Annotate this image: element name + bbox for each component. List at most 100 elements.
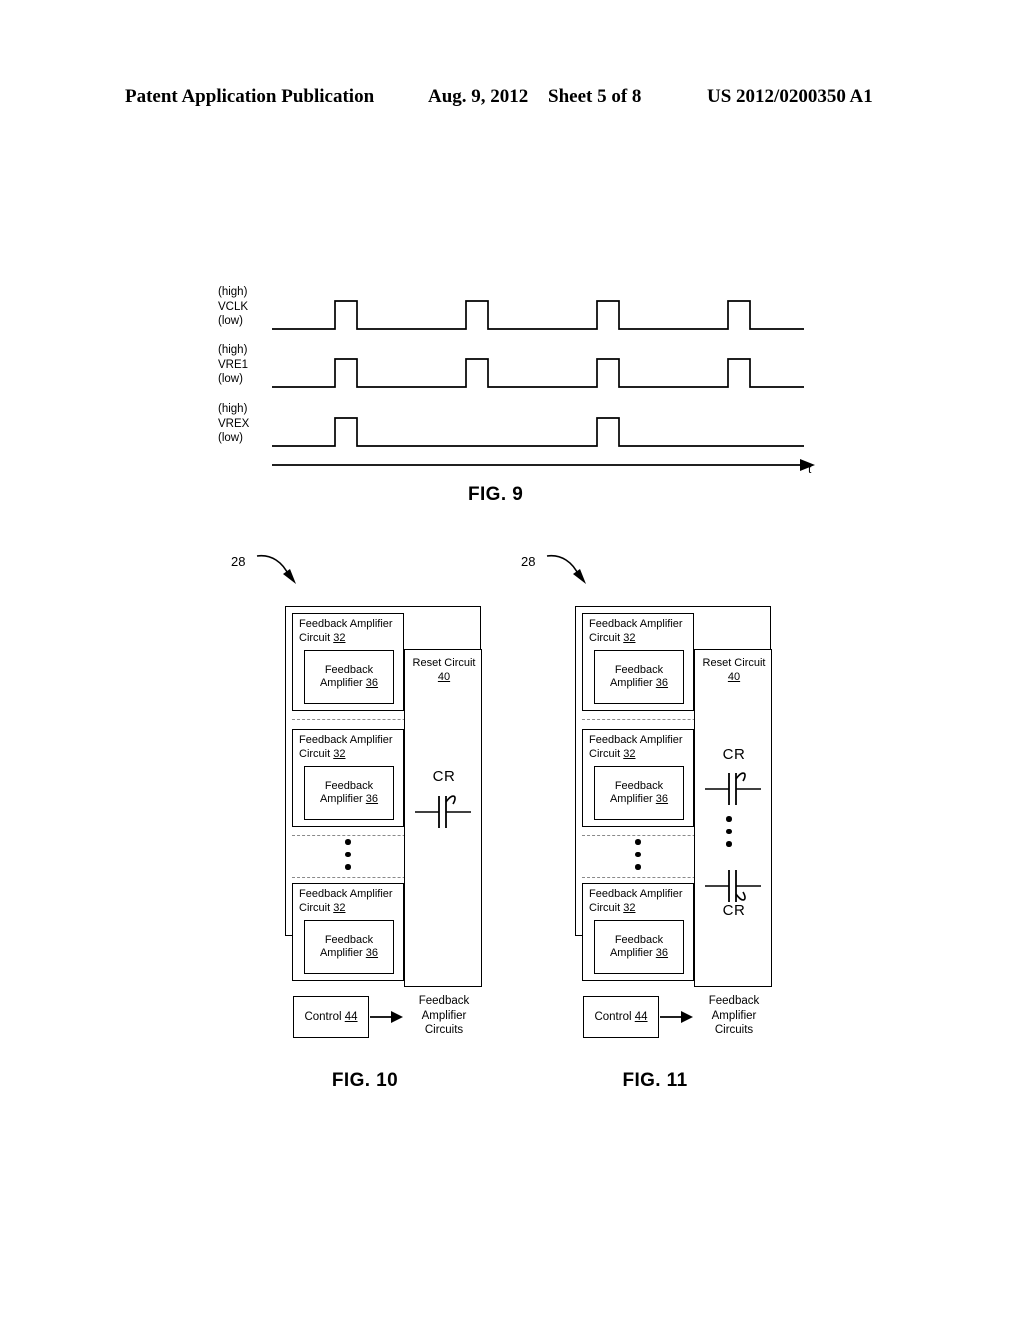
feedback-amplifier-circuit-2: Feedback Amplifier Circuit 32 Feedback A… (582, 729, 694, 827)
control-label: Control (304, 1011, 342, 1023)
feedback-amplifier-3: Feedback Amplifier 36 (594, 920, 684, 974)
reset-circuit-title: Reset Circuit (412, 657, 476, 669)
header-sheet-number: Sheet 5 of 8 (548, 86, 642, 107)
vrex-low-label: (low) (218, 432, 243, 444)
fa-3-line1: Feedback (614, 933, 664, 946)
figure-10-caption: FIG. 10 (331, 1070, 399, 1091)
control-target-label: Feedback Amplifier Circuits (691, 994, 777, 1038)
feedback-amplifier-1: Feedback Amplifier 36 (594, 650, 684, 704)
capacitor-symbol-cr-1 (415, 795, 471, 828)
feedback-amplifier-circuit-1-title: Feedback Amplifier Circuit 32 (299, 618, 393, 645)
fa-2-ref: 36 (365, 793, 379, 805)
vclk-signal-name: VCLK (218, 300, 249, 313)
vclk-high-label: (high) (218, 286, 248, 298)
fa-circuit-2-ref: 32 (333, 747, 346, 760)
fa-circuit-1-title-line1: Feedback Amplifier (589, 618, 683, 630)
feedback-amplifier-circuit-2-title: Feedback Amplifier Circuit 32 (299, 734, 393, 761)
figure-10-reference-arrow (256, 554, 296, 584)
fa-circuit-3-title-line1: Feedback Amplifier (299, 888, 393, 900)
header-date: Aug. 9, 2012 (428, 86, 529, 107)
vre1-waveform-svg (272, 358, 804, 388)
control-block: Control 44 (583, 996, 659, 1038)
figure-10-block-diagram: 28 Reset Circuit 40 CR Feedback Amplifie… (215, 548, 515, 1108)
waveform-labels-vclk: (high) VCLK (low) (218, 285, 280, 329)
vre1-high-label: (high) (218, 344, 248, 356)
vertical-ellipsis-circuits (343, 839, 353, 870)
feedback-amplifier-1: Feedback Amplifier 36 (304, 650, 394, 704)
figure-11-caption: FIG. 11 (622, 1070, 688, 1091)
fa-circuit-1-ref: 32 (333, 631, 346, 644)
fa-circuit-3-ref: 32 (623, 901, 636, 914)
control-label: Control (594, 1011, 632, 1023)
feedback-amplifier-circuit-3-title: Feedback Amplifier Circuit 32 (299, 888, 393, 915)
feedback-amplifier-3: Feedback Amplifier 36 (304, 920, 394, 974)
time-axis-label: t (808, 462, 812, 476)
vclk-waveform-svg (272, 300, 804, 330)
fa-2-line1: Feedback (614, 779, 664, 792)
feedback-amplifier-2-label: Feedback Amplifier 36 (610, 780, 668, 807)
capacitor-label-cr-1: CR (432, 768, 456, 785)
vre1-signal-name: VRE1 (218, 358, 249, 371)
feedback-amplifier-circuit-3-title: Feedback Amplifier Circuit 32 (589, 888, 683, 915)
control-target-line1: Feedback (708, 995, 760, 1007)
vertical-ellipsis-capacitors (724, 816, 734, 847)
fa-circuit-1-title-line2: Circuit (299, 631, 331, 644)
fa-circuit-2-title-line1: Feedback Amplifier (589, 734, 683, 746)
reset-circuit-label: Reset Circuit 40 (405, 656, 483, 684)
waveform-labels-vre1: (high) VRE1 (low) (218, 343, 280, 387)
fa-circuit-2-title-line2: Circuit (589, 747, 621, 760)
reset-circuit-ref: 40 (727, 671, 741, 683)
figure-11-reference-number: 28 (521, 554, 536, 569)
header-publication-number: US 2012/0200350 A1 (707, 86, 873, 107)
vertical-ellipsis-circuits (633, 839, 643, 870)
feedback-amplifier-circuit-3: Feedback Amplifier Circuit 32 Feedback A… (582, 883, 694, 981)
feedback-amplifier-2: Feedback Amplifier 36 (594, 766, 684, 820)
figure-9-caption: FIG. 9 (468, 484, 524, 505)
capacitor-symbol-cr-2 (705, 870, 761, 902)
figure-11-outer-container: Reset Circuit 40 CR CR Feedback Amplifie… (575, 606, 772, 987)
vre1-low-label: (low) (218, 373, 243, 385)
fa-1-line2: Amplifier (319, 677, 363, 689)
fa-1-line1: Feedback (614, 663, 664, 676)
fa-circuit-3-ref: 32 (333, 901, 346, 914)
fa-circuit-1-title-line2: Circuit (589, 631, 621, 644)
fa-3-line2: Amplifier (609, 947, 653, 959)
feedback-amplifier-circuit-1: Feedback Amplifier Circuit 32 Feedback A… (292, 613, 404, 711)
control-block: Control 44 (293, 996, 369, 1038)
waveform-row-vrex: (high) VREX (low) (200, 402, 840, 460)
vrex-high-label: (high) (218, 403, 248, 415)
control-target-line1: Feedback (418, 995, 470, 1007)
fa-circuit-1-title-line1: Feedback Amplifier (299, 618, 393, 630)
fa-circuit-2-title-line2: Circuit (299, 747, 331, 760)
control-target-label: Feedback Amplifier Circuits (401, 994, 487, 1038)
fa-circuit-3-title-line2: Circuit (299, 901, 331, 914)
fa-1-ref: 36 (365, 677, 379, 689)
feedback-amplifier-circuit-3: Feedback Amplifier Circuit 32 Feedback A… (292, 883, 404, 981)
fa-1-line2: Amplifier (609, 677, 653, 689)
feedback-amplifier-3-label: Feedback Amplifier 36 (610, 934, 668, 961)
page-header: Patent Application Publication Aug. 9, 2… (0, 86, 1024, 112)
waveform-row-vclk: (high) VCLK (low) (200, 285, 840, 343)
waveform-labels-vrex: (high) VREX (low) (218, 402, 280, 446)
vclk-low-label: (low) (218, 315, 243, 327)
control-output-arrow (370, 1011, 403, 1023)
reset-circuit-column: Reset Circuit 40 CR (404, 649, 482, 987)
feedback-amplifier-3-label: Feedback Amplifier 36 (320, 934, 378, 961)
fa-1-line1: Feedback (324, 663, 374, 676)
figure-10-outer-container: Reset Circuit 40 CR Feedback Amplifier C… (285, 606, 482, 987)
fa-2-line2: Amplifier (319, 793, 363, 805)
figure-11-block-diagram: 28 Reset Circuit 40 CR CR Feedback Ampli… (505, 548, 805, 1108)
control-target-line3: Circuits (424, 1024, 464, 1036)
fa-3-ref: 36 (365, 947, 379, 959)
header-publication-title: Patent Application Publication (125, 86, 375, 107)
fa-3-line2: Amplifier (319, 947, 363, 959)
vrex-signal-name: VREX (218, 417, 250, 430)
fa-2-line1: Feedback (324, 779, 374, 792)
vrex-waveform-svg (272, 417, 804, 447)
time-axis-arrow (272, 459, 815, 471)
feedback-amplifier-circuit-2: Feedback Amplifier Circuit 32 Feedback A… (292, 729, 404, 827)
feedback-amplifier-circuit-1: Feedback Amplifier Circuit 32 Feedback A… (582, 613, 694, 711)
reset-circuit-ref: 40 (437, 671, 451, 683)
feedback-amplifier-1-label: Feedback Amplifier 36 (320, 664, 378, 691)
control-ref: 44 (634, 1011, 648, 1023)
